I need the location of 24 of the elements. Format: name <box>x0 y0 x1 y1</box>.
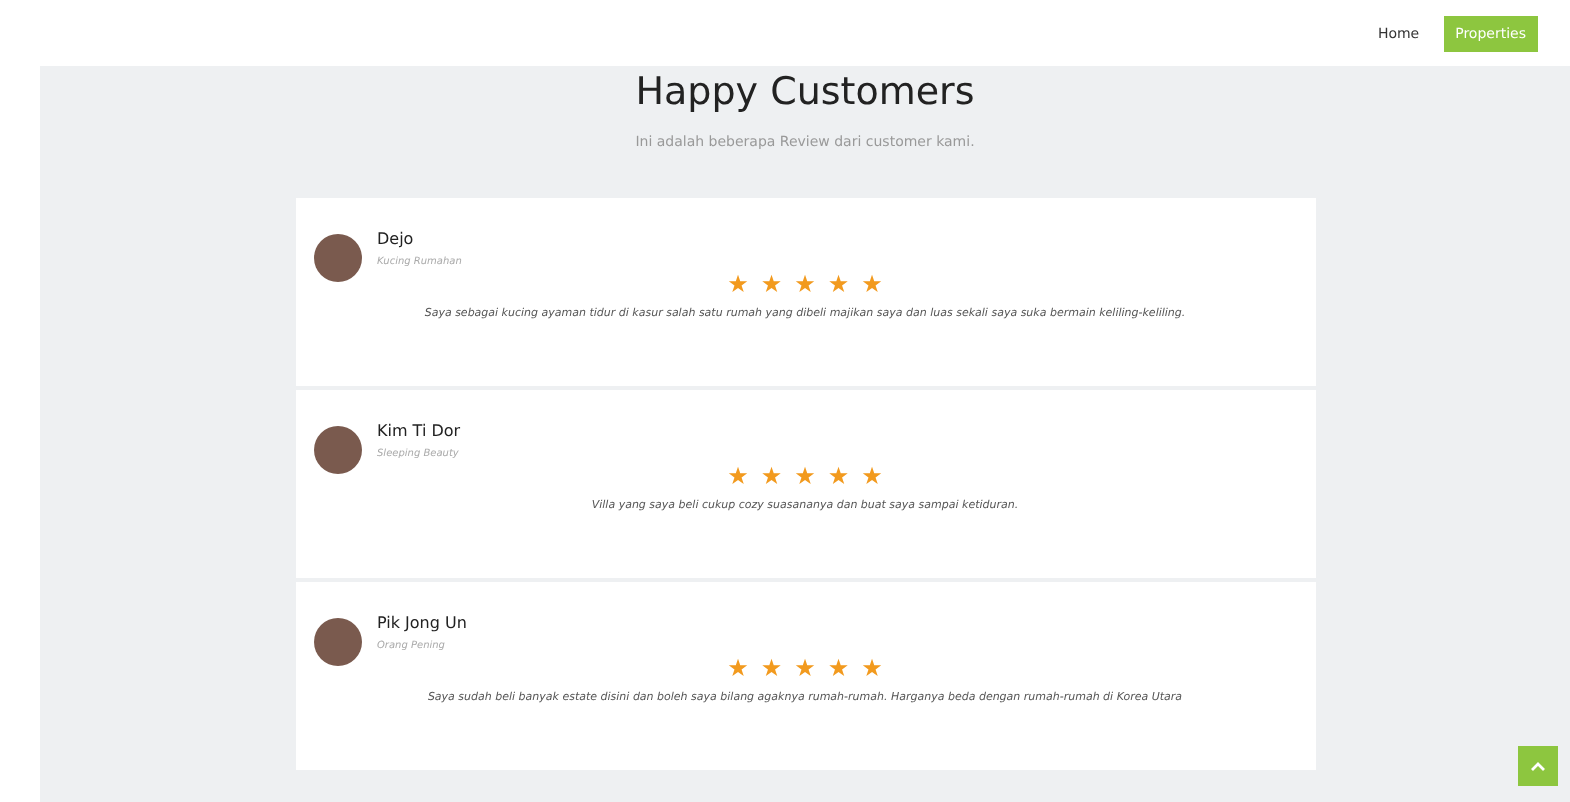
avatar <box>313 426 361 474</box>
star-icon: ★ <box>760 270 783 298</box>
star-icon: ★ <box>727 270 749 298</box>
star-icon: ★ <box>861 270 883 298</box>
star-icon: ★ <box>827 654 850 682</box>
star-icon: ★ <box>827 270 850 298</box>
star-icon: ★ <box>794 462 816 490</box>
reviewer-name: Dejo <box>377 230 416 248</box>
section-title: Happy Customers <box>633 68 977 114</box>
star-icon: ★ <box>794 654 816 682</box>
star-icon: ★ <box>727 462 749 490</box>
star-icon: ★ <box>861 462 883 490</box>
avatar <box>313 234 361 282</box>
star-icon: ★ <box>760 462 783 490</box>
reviewer-name: Kim Ti Dor <box>377 422 461 440</box>
star-icon: ★ <box>727 654 749 682</box>
scroll-top-button[interactable] <box>1518 746 1558 786</box>
star-icon: ★ <box>827 462 850 490</box>
chevron-up-icon <box>1530 760 1546 772</box>
star-icon: ★ <box>794 270 816 298</box>
star-icon: ★ <box>861 654 883 682</box>
reviewer-name: Pik Jong Un <box>377 614 467 632</box>
star-icon: ★ <box>760 654 783 682</box>
avatar <box>313 618 361 666</box>
